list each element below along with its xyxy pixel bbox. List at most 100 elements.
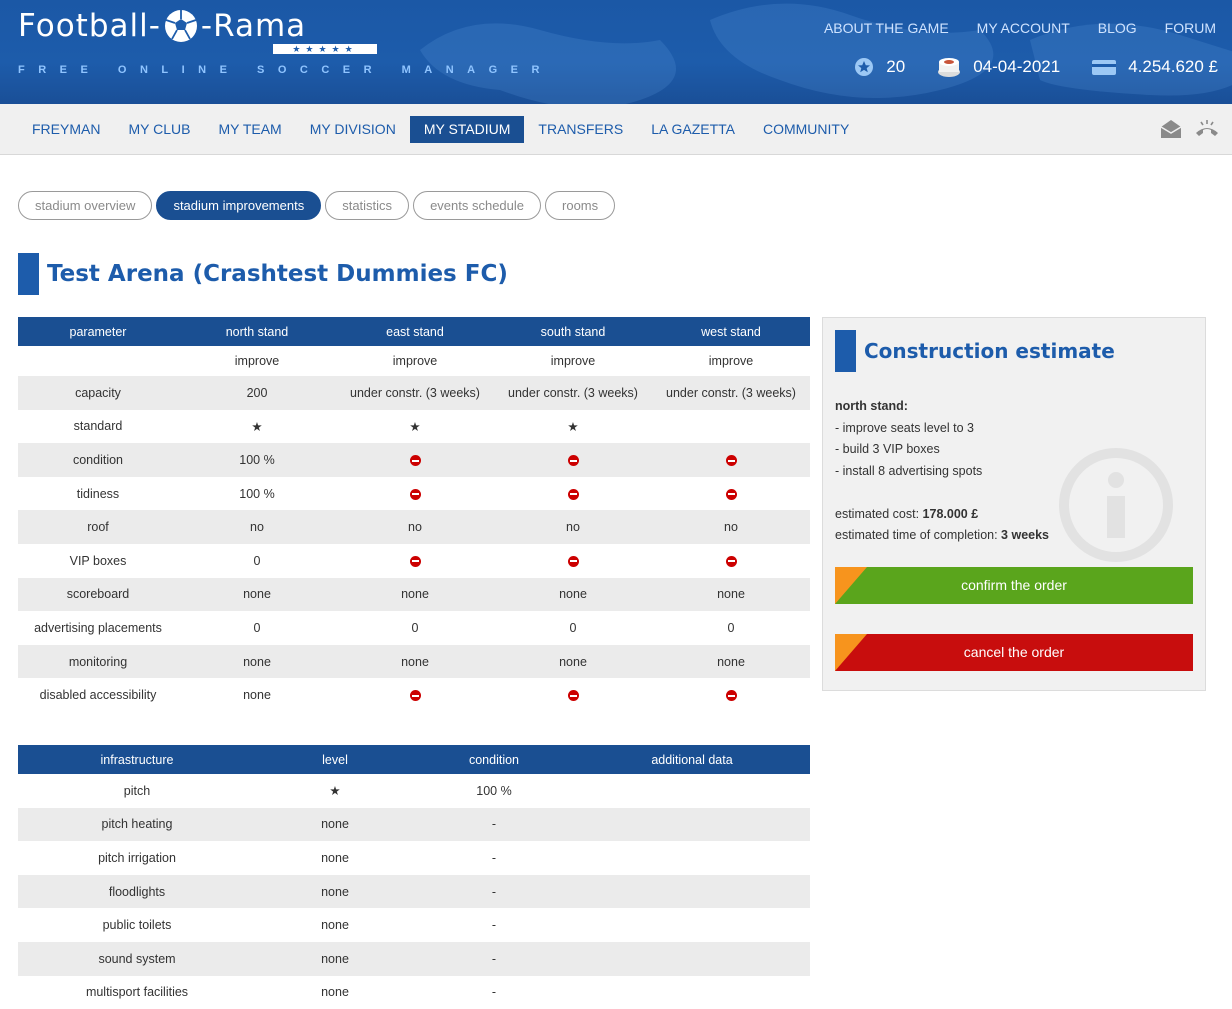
value-cell: none (321, 850, 349, 865)
cancel-order-button[interactable]: cancel the order (835, 634, 1193, 671)
wallet-icon (1092, 58, 1117, 76)
value-cell (574, 841, 810, 875)
value-cell: 0 (569, 620, 577, 635)
improve-north-link[interactable]: improve (178, 346, 336, 376)
nav-my-club[interactable]: MY CLUB (114, 116, 204, 143)
value-cell: ★ (409, 419, 421, 434)
nav-transfers[interactable]: TRANSFERS (524, 116, 637, 143)
value-cell: - (491, 850, 497, 865)
value-cell: 0 (253, 620, 261, 635)
value-cell: no (494, 510, 652, 544)
improve-east-link[interactable]: improve (336, 346, 494, 376)
parameter-cell: VIP boxes (69, 553, 127, 568)
stadium-subtabs: stadium overview stadium improvements st… (18, 191, 616, 220)
table-row: scoreboard none none none none (18, 577, 810, 612)
value-cell: - (491, 918, 497, 933)
improve-west-link[interactable]: improve (652, 346, 810, 376)
value-cell: 100 % (178, 443, 336, 477)
confirm-order-button[interactable]: confirm the order (835, 567, 1193, 604)
nav-my-division[interactable]: MY DIVISION (296, 116, 410, 143)
value-cell: none (243, 688, 271, 703)
value-cell: none (494, 644, 652, 679)
nav-freyman[interactable]: FREYMAN (18, 116, 114, 143)
infrastructure-name-cell: floodlights (18, 874, 256, 909)
value-cell: none (256, 941, 414, 976)
infrastructure-name-cell: pitch (123, 783, 151, 798)
parameter-cell: capacity (18, 376, 178, 410)
column-header: level (256, 745, 414, 774)
unavailable-cell (494, 477, 652, 511)
topnav-about-the-game[interactable]: ABOUT THE GAME (824, 20, 949, 36)
money-value: 4.254.620 £ (1128, 57, 1218, 76)
unavailable-cell (494, 544, 652, 578)
table-row: pitch irrigation none - (18, 841, 810, 875)
value-cell: no (652, 510, 810, 544)
cost-value: 178.000 £ (922, 506, 979, 521)
column-header: west stand (652, 317, 810, 346)
no-entry-icon (567, 690, 579, 702)
topnav-my-account[interactable]: MY ACCOUNT (977, 20, 1070, 36)
nav-community[interactable]: COMMUNITY (749, 116, 863, 143)
value-cell: none (178, 644, 336, 679)
value-cell: under constr. (3 weeks) (494, 376, 652, 410)
tab-stadium-overview[interactable]: stadium overview (18, 191, 153, 220)
table-row: sound system none - (18, 941, 810, 976)
value-cell: no (336, 510, 494, 544)
no-entry-icon (567, 488, 579, 500)
star-badge-icon (854, 57, 874, 77)
tab-events-schedule[interactable]: events schedule (413, 191, 542, 220)
value-cell (574, 941, 810, 976)
logo[interactable]: Football- -Rama ★★★★★ (18, 8, 377, 54)
estimate-details: north stand: - improve seats level to 3 … (835, 396, 1049, 547)
nav-my-team[interactable]: MY TEAM (204, 116, 295, 143)
value-cell (574, 976, 810, 1009)
estimate-title: Construction estimate (835, 330, 1115, 372)
nav-la-gazetta[interactable]: LA GAZETTA (637, 116, 749, 143)
topnav-forum[interactable]: FORUM (1165, 20, 1216, 36)
level-value: 20 (886, 57, 906, 76)
value-cell: - (414, 941, 574, 976)
table-row: disabled accessibility none (18, 678, 810, 712)
nav-my-stadium[interactable]: MY STADIUM (409, 116, 525, 143)
no-entry-icon (409, 690, 421, 702)
value-cell: none (321, 918, 349, 933)
estimated-time: estimated time of completion: 3 weeks (835, 525, 1049, 547)
value-cell: - (491, 985, 497, 1000)
improve-row: improve improve improve improve (18, 346, 810, 376)
value-cell (574, 874, 810, 909)
tab-statistics[interactable]: statistics (325, 191, 410, 220)
unavailable-cell (336, 443, 494, 477)
mail-icon[interactable] (1160, 119, 1182, 144)
unavailable-cell (336, 477, 494, 511)
parameter-cell: roof (18, 510, 178, 544)
value-cell: ★ (251, 419, 263, 434)
no-entry-icon (725, 690, 737, 702)
improve-south-link[interactable]: improve (494, 346, 652, 376)
table-row: pitch ★ 100 % (18, 774, 810, 808)
topnav-blog[interactable]: BLOG (1098, 20, 1137, 36)
logout-phone-icon[interactable] (1194, 119, 1220, 144)
value-cell (574, 908, 810, 942)
value-cell: 100 % (476, 783, 512, 798)
tab-stadium-improvements[interactable]: stadium improvements (156, 191, 322, 220)
parameter-cell: monitoring (18, 644, 178, 679)
value-cell: none (336, 644, 494, 679)
confirm-order-label: confirm the order (961, 577, 1067, 593)
stands-table: parameter north stand east stand south s… (18, 317, 810, 712)
no-entry-icon (409, 488, 421, 500)
calendar-icon (937, 56, 961, 78)
unavailable-cell (336, 678, 494, 712)
table-row: monitoring none none none none (18, 644, 810, 679)
time-value: 3 weeks (1001, 528, 1050, 542)
parameter-cell: tidiness (76, 486, 120, 501)
logo-stars: ★★★★★ (273, 44, 377, 54)
table-header-row: infrastructure level condition additiona… (18, 745, 810, 774)
table-row: multisport facilities none - (18, 976, 810, 1009)
infrastructure-name-cell: multisport facilities (85, 985, 189, 1000)
unavailable-cell (652, 544, 810, 578)
info-icon (1059, 448, 1173, 562)
soccer-ball-icon (164, 10, 197, 42)
time-label: estimated time of completion: (835, 528, 1002, 542)
tab-rooms[interactable]: rooms (545, 191, 616, 220)
page-title: Test Arena (Crashtest Dummies FC) (18, 253, 508, 295)
